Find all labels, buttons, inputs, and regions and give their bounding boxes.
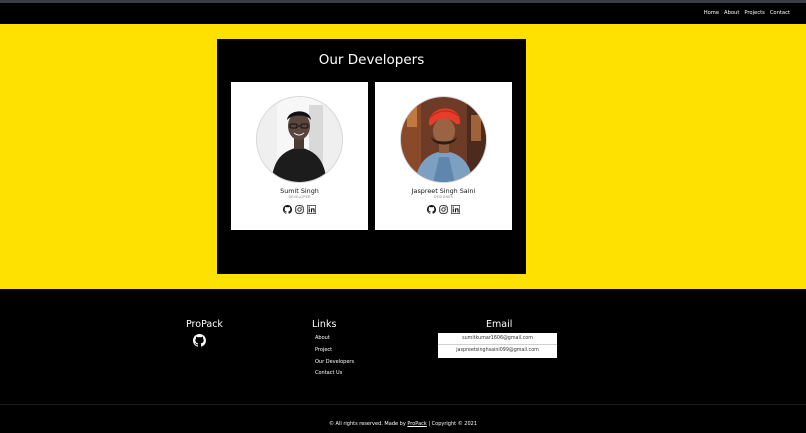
instagram-icon[interactable] (295, 205, 304, 214)
developers-panel: Our Developers Sumit Singh DEVELOPER Jas… (217, 39, 526, 274)
developer-card: Sumit Singh DEVELOPER (231, 82, 368, 230)
footer-link-about[interactable]: About (315, 335, 330, 341)
github-icon[interactable] (193, 334, 206, 347)
github-icon[interactable] (283, 205, 292, 214)
avatar-photo (257, 97, 342, 182)
avatar (256, 96, 343, 183)
copyright-prefix: © All rights reserved. Made by (328, 421, 408, 427)
email-item[interactable]: jaspreetsinghsaini099@gmail.com (438, 345, 557, 357)
avatar-photo (401, 97, 486, 182)
copyright-propack-link[interactable]: ProPack (407, 421, 426, 427)
linkedin-icon[interactable] (307, 205, 316, 214)
footer-brand: ProPack (186, 319, 223, 330)
email-list: sumitkumar1606@gmail.com jaspreetsinghsa… (438, 333, 557, 358)
social-links (231, 205, 368, 214)
social-links (375, 205, 512, 214)
developer-role: DESIGNER (433, 195, 454, 199)
footer-links-title: Links (312, 319, 337, 330)
developer-role: DEVELOPER (288, 195, 311, 199)
nav-about-link[interactable]: About (724, 10, 739, 17)
developer-card: Jaspreet Singh Saini DESIGNER (375, 82, 512, 230)
nav-home-link[interactable]: Home (704, 10, 719, 17)
footer-link-contact-us[interactable]: Contact Us (315, 370, 342, 376)
developers-title: Our Developers (318, 52, 425, 68)
footer: ProPack Links About Project Our Develope… (0, 289, 806, 433)
copyright-suffix: | Copyright © 2021 (426, 421, 478, 427)
footer-link-our-developers[interactable]: Our Developers (315, 359, 354, 365)
instagram-icon[interactable] (439, 205, 448, 214)
linkedin-icon[interactable] (451, 205, 460, 214)
developer-name: Jaspreet Singh Saini (411, 187, 476, 195)
email-item[interactable]: sumitkumar1606@gmail.com (438, 333, 557, 345)
footer-email-title: Email (486, 319, 513, 330)
nav-contact-link[interactable]: Contact (770, 10, 790, 17)
developer-name: Sumit Singh (280, 187, 319, 195)
nav-projects-link[interactable]: Projects (744, 10, 764, 17)
copyright: © All rights reserved. Made by ProPack |… (0, 421, 806, 428)
footer-divider (0, 404, 806, 405)
navbar: Home About Projects Contact (0, 3, 806, 24)
nav-links: Home About Projects Contact (704, 10, 790, 17)
github-icon[interactable] (427, 205, 436, 214)
avatar (400, 96, 487, 183)
footer-link-project[interactable]: Project (315, 347, 332, 353)
